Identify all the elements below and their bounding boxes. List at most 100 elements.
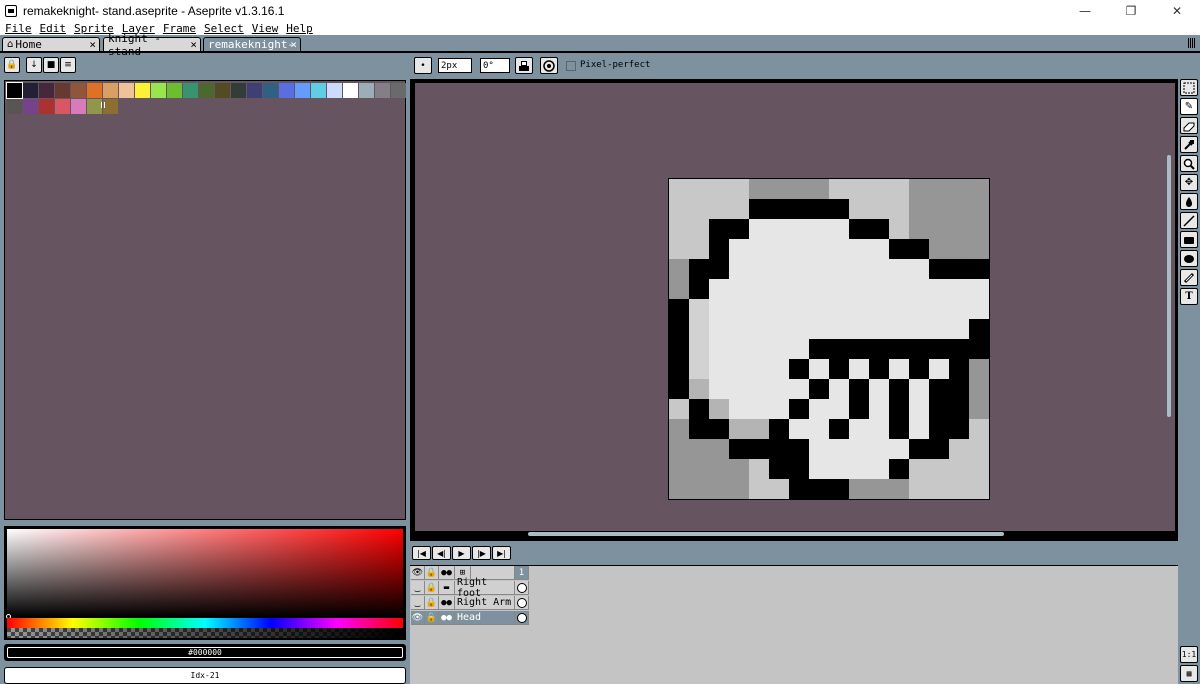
visibility-header-eye-icon[interactable]: 👁 [411,566,425,580]
palette-swatch[interactable] [375,83,390,98]
dynamics-icon[interactable] [540,57,558,74]
layer-name[interactable]: Right foot [455,577,515,599]
frame-header[interactable]: 1 [515,566,529,580]
filmstrip-icon[interactable]: ▦ [1180,665,1198,682]
vertical-scrollbar[interactable] [1167,155,1171,417]
palette-swatch[interactable] [103,83,118,98]
blur-icon[interactable] [1180,269,1198,286]
hidden-eye-icon[interactable]: ‿ [411,596,425,610]
continuous-header-icon[interactable]: ●● [439,566,455,580]
lock-header-icon[interactable]: 🔒 [425,566,439,580]
ink-icon[interactable] [515,57,533,74]
palette-resize-handle[interactable] [101,102,105,108]
tab-list-icon[interactable] [1188,38,1196,48]
palette-swatch[interactable] [55,99,70,114]
palette-swatch[interactable] [183,83,198,98]
close-tab-icon[interactable]: × [190,38,197,51]
palette-swatch[interactable] [87,83,102,98]
cel[interactable] [515,581,529,595]
lock-icon[interactable]: 🔒 [425,611,439,625]
palette-swatch[interactable] [7,99,22,114]
tab-home[interactable]: ⌂ Home × [2,37,100,51]
first-frame-icon[interactable]: |◀ [412,546,431,560]
play-icon[interactable]: ▶ [452,546,471,560]
eraser-icon[interactable] [1180,117,1198,134]
palette-swatch[interactable] [327,83,342,98]
layer-name[interactable]: Head [455,611,515,625]
menu-edit[interactable]: Edit [40,22,67,35]
continuous-icon[interactable]: ●● [439,611,455,625]
palette-swatch[interactable] [167,83,182,98]
palette-swatch[interactable] [359,83,374,98]
palette-swatch[interactable] [39,83,54,98]
brush-size-field[interactable]: 2px [438,58,472,73]
tab-remakeknight[interactable]: remakeknight- × [203,37,301,51]
palette-swatch[interactable] [71,83,86,98]
palette-swatch[interactable] [263,83,278,98]
palette-swatch[interactable] [103,99,118,114]
last-frame-icon[interactable]: ▶| [492,546,511,560]
palette-swatch[interactable] [247,83,262,98]
layer-row-head[interactable]: 👁 🔒 ●● Head [411,611,529,626]
palette-swatch[interactable] [391,83,406,98]
close-tab-icon[interactable]: × [89,38,96,51]
options-icon[interactable]: ■ [43,57,59,73]
group-icon[interactable]: ▬ [439,581,455,595]
palette-swatch[interactable] [215,83,230,98]
filled-ellipse-icon[interactable] [1180,250,1198,267]
menu-help[interactable]: Help [286,22,313,35]
next-frame-icon[interactable]: |▶ [472,546,491,560]
saturation-value-field[interactable] [7,529,403,617]
eyedropper-icon[interactable] [1180,136,1198,153]
lock-icon[interactable]: 🔒 [425,596,439,610]
tab-knight-stand[interactable]: knight - stand × [103,32,201,58]
zoom-icon[interactable] [1180,155,1198,172]
horizontal-scrollbar[interactable] [528,532,1004,536]
text-icon[interactable]: T [1180,288,1198,305]
palette-swatch[interactable] [279,83,294,98]
menu-select[interactable]: Select [204,22,244,35]
palette-swatch[interactable] [87,99,102,114]
palette-swatch[interactable] [135,83,150,98]
palette-swatch[interactable] [55,83,70,98]
lock-icon[interactable]: 🔒 [4,57,20,73]
close-tab-icon[interactable]: × [290,38,297,51]
close-window-button[interactable]: ✕ [1154,0,1200,21]
palette-swatch[interactable] [311,83,326,98]
pixel-perfect-checkbox[interactable] [566,61,576,71]
palette-swatch[interactable] [151,83,166,98]
line-icon[interactable] [1180,212,1198,229]
menu-icon[interactable]: ≡ [60,57,76,73]
rectangular-marquee-icon[interactable] [1180,79,1198,96]
layer-row-right-foot[interactable]: ‿ 🔒 ▬ Right foot [411,577,529,599]
lock-icon[interactable]: 🔒 [425,581,439,595]
rectangle-icon[interactable] [1180,231,1198,248]
minimize-button[interactable]: — [1062,0,1108,21]
foreground-color-hex[interactable]: #000000 [4,644,406,661]
hue-slider[interactable] [7,618,403,628]
layer-row-right-arm[interactable]: ‿ 🔒 ●● Right Arm [411,596,529,611]
zoom-1-1-button[interactable]: 1:1 [1180,646,1198,663]
sort-icon[interactable]: ↓ [26,57,42,73]
palette-swatch[interactable] [231,83,246,98]
brush-type-button[interactable]: • [414,57,432,74]
palette-swatch[interactable] [39,99,54,114]
palette-swatch[interactable] [343,83,358,98]
menu-view[interactable]: View [252,22,279,35]
background-color-index[interactable]: Idx-21 [4,667,406,684]
brush-angle-field[interactable]: 0° [480,58,510,73]
menu-file[interactable]: File [5,22,32,35]
hidden-eye-icon[interactable]: ‿ [411,581,425,595]
layer-name[interactable]: Right Arm [455,596,515,610]
cel[interactable] [515,596,529,610]
pencil-icon[interactable]: ✎ [1180,98,1198,115]
palette-swatch[interactable] [6,82,23,99]
move-icon[interactable]: ✥ [1180,174,1198,191]
palette-swatch[interactable] [295,83,310,98]
palette-swatch[interactable] [71,99,86,114]
continuous-icon[interactable]: ●● [439,596,455,610]
previous-frame-icon[interactable]: ◀| [432,546,451,560]
palette-swatch[interactable] [23,83,38,98]
eye-icon[interactable]: 👁 [411,611,425,625]
palette-swatch[interactable] [199,83,214,98]
